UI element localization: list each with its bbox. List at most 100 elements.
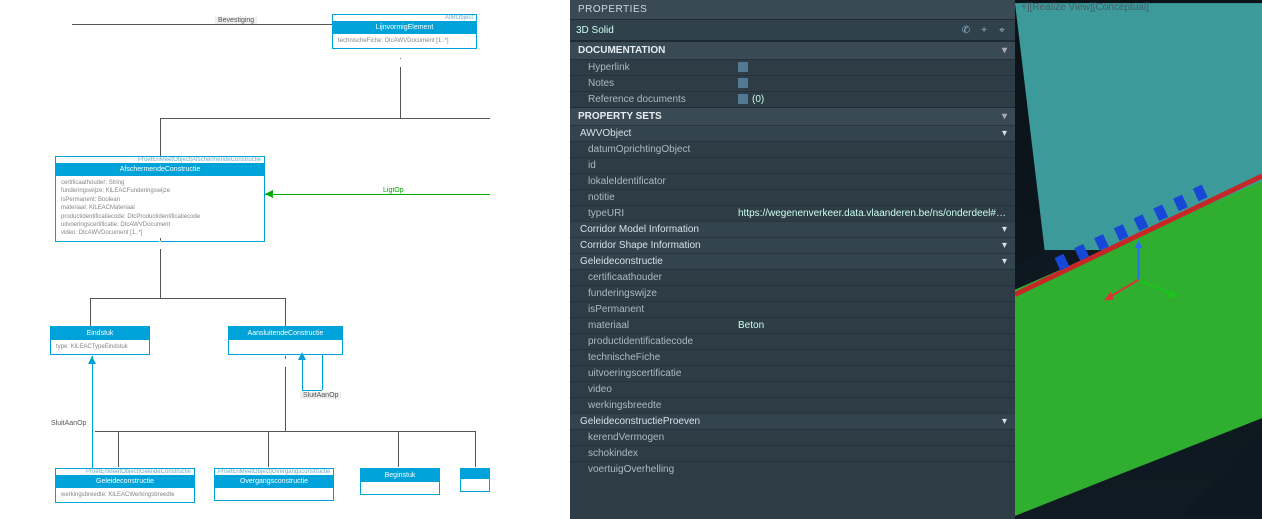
property-group-header[interactable]: Corridor Shape Information▾	[570, 237, 1015, 253]
property-key: id	[588, 160, 738, 171]
property-row[interactable]: schokindex	[570, 445, 1015, 461]
property-row[interactable]: productidentificatiecode	[570, 333, 1015, 349]
property-row[interactable]: lokaleIdentificator	[570, 173, 1015, 189]
uml-class-title: Eindstuk	[51, 327, 149, 340]
property-group-header[interactable]: Geleideconstructie▾	[570, 253, 1015, 269]
target-icon[interactable]: ⌖	[995, 23, 1009, 37]
collapse-icon[interactable]: ▾	[1002, 256, 1007, 267]
uml-class-overgang[interactable]: ProefEnMeetObject|Overgangsconstructie O…	[214, 468, 334, 501]
property-row[interactable]: notitie	[570, 189, 1015, 205]
uml-class-geleide[interactable]: ProefEnMeetObject|GeleideConstructie Gel…	[55, 468, 195, 503]
connector	[285, 356, 286, 431]
connector	[160, 118, 161, 156]
property-value: Beton	[738, 320, 1007, 331]
uml-class-beginstuk[interactable]: Beginstuk	[360, 468, 440, 495]
property-row[interactable]: Reference documents(0)	[570, 91, 1015, 107]
viewport-title[interactable]: +][Realize View][Conceptual]	[1021, 2, 1149, 13]
section-property-sets[interactable]: PROPERTY SETS ▾	[570, 107, 1015, 125]
connector	[72, 24, 332, 25]
property-key: isPermanent	[588, 304, 738, 315]
uml-attrs: technischeFiche: DtcAWVDocument [1..*]	[333, 34, 476, 48]
property-key: productidentificatiecode	[588, 336, 738, 347]
uml-class-title: AansluitendeConstructie	[229, 327, 342, 340]
uml-attrs: certificaathouder: String funderingswijz…	[56, 176, 264, 241]
connector-sluitaanop	[302, 355, 303, 390]
collapse-icon[interactable]: ▾	[1002, 416, 1007, 427]
collapse-icon[interactable]: ▾	[1002, 224, 1007, 235]
property-value	[738, 176, 1007, 187]
connector	[90, 298, 91, 326]
uml-class-eindstuk[interactable]: Eindstuk type: KlLEACTypeEindstuk	[50, 326, 150, 355]
phone-icon[interactable]: ✆	[959, 23, 973, 37]
property-row[interactable]: uitvoeringscertificatie	[570, 365, 1015, 381]
property-key: datumOprichtingObject	[588, 144, 738, 155]
uml-class-cut[interactable]	[460, 468, 490, 492]
property-row[interactable]: werkingsbreedte	[570, 397, 1015, 413]
property-key: uitvoeringscertificatie	[588, 368, 738, 379]
property-row[interactable]: datumOprichtingObject	[570, 141, 1015, 157]
panel-title: PROPERTIES	[570, 0, 1015, 20]
arrow-sluitaanop	[88, 356, 96, 364]
property-row[interactable]: isPermanent	[570, 301, 1015, 317]
app-panel: PROPERTIES 3D Solid ✆ + ⌖ DOCUMENTATION …	[570, 0, 1262, 519]
uml-class-title: Overgangsconstructie	[215, 475, 333, 488]
connector-ligtop	[265, 194, 490, 195]
collapse-icon[interactable]: ▾	[1002, 45, 1007, 56]
property-row[interactable]: video	[570, 381, 1015, 397]
property-key: video	[588, 384, 738, 395]
property-key: kerendVermogen	[588, 432, 738, 443]
arrow-ligtop	[265, 190, 273, 198]
uml-class-title: AfschermendeConstructie	[56, 163, 264, 176]
connector-sluitaanop	[322, 355, 323, 390]
uml-class-aansluitende[interactable]: AansluitendeConstructie	[228, 326, 343, 355]
property-row[interactable]: Notes	[570, 75, 1015, 91]
property-group-header[interactable]: Corridor Model Information▾	[570, 221, 1015, 237]
collapse-icon[interactable]: ▾	[1002, 111, 1007, 122]
uml-class-lijnvormig[interactable]: AIMObject LijnvormigElement technischeFi…	[332, 14, 477, 49]
property-key: funderingswijze	[588, 288, 738, 299]
section-documentation[interactable]: DOCUMENTATION ▾	[570, 41, 1015, 59]
property-value	[738, 272, 1007, 283]
generalization-arrow	[280, 358, 290, 367]
property-key: lokaleIdentificator	[588, 176, 738, 187]
property-row[interactable]: kerendVermogen	[570, 429, 1015, 445]
property-row[interactable]: id	[570, 157, 1015, 173]
property-value: (0)	[738, 94, 1007, 105]
3d-scene	[1015, 0, 1262, 519]
uml-class-afschermende[interactable]: ProefEnMeetObject|AfschermendeConstructi…	[55, 156, 265, 242]
plus-icon[interactable]: +	[977, 23, 991, 37]
stereotype: ProefEnMeetObject|AfschermendeConstructi…	[56, 157, 264, 163]
property-row[interactable]: technischeFiche	[570, 349, 1015, 365]
connector-sluitaanop	[302, 390, 322, 391]
collapse-icon[interactable]: ▾	[1002, 240, 1007, 251]
property-value	[738, 160, 1007, 171]
connector	[90, 298, 285, 299]
property-value	[738, 62, 1007, 73]
property-key: materiaal	[588, 320, 738, 331]
connector	[118, 431, 119, 467]
selection-row: 3D Solid ✆ + ⌖	[570, 20, 1015, 41]
property-value	[738, 368, 1007, 379]
uml-class-title: Geleideconstructie	[56, 475, 194, 488]
property-row[interactable]: funderingswijze	[570, 285, 1015, 301]
property-key: voertuigOverhelling	[588, 464, 738, 475]
collapse-icon[interactable]: ▾	[1002, 128, 1007, 139]
property-row[interactable]: Hyperlink	[570, 59, 1015, 75]
3d-viewport[interactable]: +][Realize View][Conceptual]	[1015, 0, 1262, 519]
arrow-sluitaanop	[298, 352, 306, 360]
property-group-header[interactable]: AWVObject▾	[570, 125, 1015, 141]
generalization-arrow	[155, 240, 165, 249]
generalization-arrow	[395, 58, 405, 67]
connector	[475, 431, 476, 467]
stereotype: AIMObject	[333, 15, 476, 21]
property-key: certificaathouder	[588, 272, 738, 283]
property-row[interactable]: materiaalBeton	[570, 317, 1015, 333]
properties-panel: PROPERTIES 3D Solid ✆ + ⌖ DOCUMENTATION …	[570, 0, 1015, 519]
property-value	[738, 192, 1007, 203]
property-group-header[interactable]: GeleideconstructieProeven▾	[570, 413, 1015, 429]
property-value	[738, 432, 1007, 443]
property-row[interactable]: certificaathouder	[570, 269, 1015, 285]
property-row[interactable]: voertuigOverhelling	[570, 461, 1015, 477]
selection-type[interactable]: 3D Solid	[576, 25, 955, 36]
property-row[interactable]: typeURIhttps://wegenenverkeer.data.vlaan…	[570, 205, 1015, 221]
